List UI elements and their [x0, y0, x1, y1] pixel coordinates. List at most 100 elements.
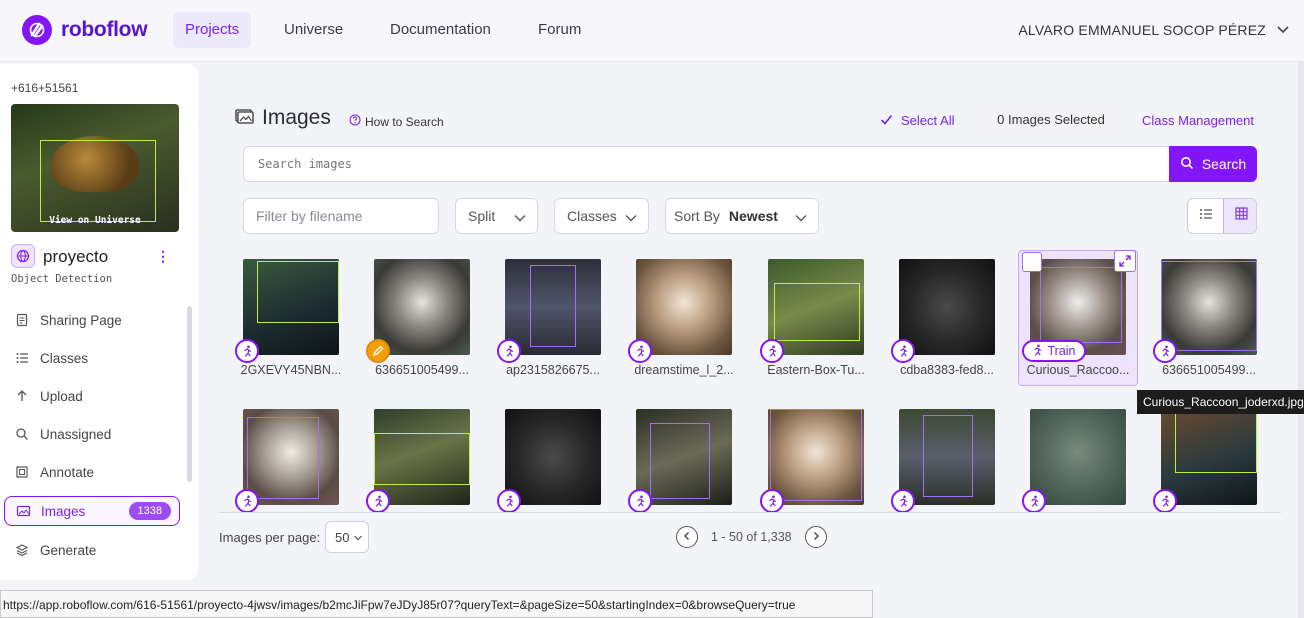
image-grid-item[interactable] [760, 409, 864, 513]
how-to-search-link[interactable]: How to Search [349, 114, 444, 129]
image-grid-item[interactable] [891, 409, 995, 513]
nav-tab-universe[interactable]: Universe [272, 12, 355, 48]
sidebar-item-label: Generate [40, 542, 97, 558]
check-icon [880, 113, 893, 128]
grid-view-button[interactable] [1223, 199, 1256, 233]
select-image-checkbox[interactable] [1022, 252, 1042, 272]
image-grid-item[interactable]: 636651005499... [1153, 259, 1257, 383]
chevron-down-icon [624, 211, 638, 227]
nav-tab-forum[interactable]: Forum [526, 12, 593, 48]
run-icon [1153, 339, 1177, 363]
run-icon [628, 339, 652, 363]
image-thumbnail[interactable] [899, 259, 995, 355]
view-on-universe-link[interactable]: View on Universe [11, 215, 179, 226]
search-icon [1180, 156, 1194, 173]
next-page-button[interactable] [805, 526, 827, 548]
filename-filter-input[interactable] [243, 198, 439, 234]
sidebar-item-annotate[interactable]: Annotate [4, 457, 180, 487]
user-name: ALVARO EMMANUEL SOCOP PÉREZ [1018, 22, 1266, 38]
run-icon [235, 489, 259, 513]
sidebar-item-classes[interactable]: Classes [4, 343, 180, 373]
image-filename: dreamstime_l_2... [634, 363, 734, 377]
train-split-pill: Train [1022, 340, 1086, 362]
image-thumbnail[interactable] [636, 259, 732, 355]
top-navbar: roboflow Projects Universe Documentation… [0, 0, 1304, 62]
sidebar-item-upload[interactable]: Upload [4, 381, 180, 411]
sidebar-item-label: Sharing Page [40, 312, 122, 328]
image-thumbnail[interactable] [243, 409, 339, 505]
select-all-button[interactable]: Select All [880, 113, 954, 128]
pencil-icon [366, 339, 390, 363]
image-thumbnail[interactable] [374, 409, 470, 505]
image-thumbnail[interactable] [636, 409, 732, 505]
page-scrollbar[interactable] [1298, 62, 1304, 618]
image-grid-item[interactable]: Eastern-Box-Tu... [760, 259, 865, 383]
sidebar-item-sharing-page[interactable]: Sharing Page [4, 305, 180, 335]
bounding-box [774, 283, 860, 341]
run-icon [497, 489, 521, 513]
image-grid-item[interactable]: dreamstime_l_2... [628, 259, 734, 383]
nav-tab-projects[interactable]: Projects [173, 12, 252, 48]
search-button[interactable]: Search [1169, 146, 1257, 182]
how-to-search-label: How to Search [365, 114, 444, 129]
image-grid-item[interactable]: 2GXEVY45NBN... [235, 259, 341, 383]
class-management-link[interactable]: Class Management [1142, 113, 1254, 128]
user-menu[interactable]: ALVARO EMMANUEL SOCOP PÉREZ [1018, 22, 1289, 38]
sort-by-dropdown[interactable]: Sort By Newest [665, 198, 819, 234]
image-grid-item[interactable] [497, 409, 601, 513]
list-icon [1199, 207, 1213, 225]
image-thumbnail[interactable] [505, 409, 601, 505]
previous-page-button[interactable] [676, 526, 698, 548]
sidebar-item-images[interactable]: Images 1338 [4, 496, 180, 526]
chevron-left-icon [682, 528, 692, 546]
list-view-button[interactable] [1188, 199, 1223, 233]
image-thumbnail[interactable] [768, 409, 864, 505]
chevron-down-icon [794, 211, 808, 227]
run-icon [497, 339, 521, 363]
image-grid-item[interactable] [1153, 409, 1257, 513]
image-filename: 2GXEVY45NBN... [240, 363, 342, 377]
nav-tab-documentation[interactable]: Documentation [378, 12, 503, 48]
image-grid-item[interactable]: 636651005499... [366, 259, 470, 383]
image-thumbnail[interactable] [243, 259, 339, 355]
bounding-box [1175, 409, 1257, 473]
expand-icon[interactable] [1114, 250, 1136, 272]
sidebar-item-generate[interactable]: Generate [4, 535, 180, 565]
annotate-icon [14, 465, 30, 479]
image-grid-item[interactable]: ap2315826675... [497, 259, 601, 383]
image-thumbnail[interactable] [505, 259, 601, 355]
image-grid-item[interactable]: Curious_Raccoo... [1027, 259, 1129, 383]
roboflow-logo[interactable]: roboflow [22, 15, 148, 45]
image-thumbnail[interactable] [374, 259, 470, 355]
images-count-badge: 1338 [128, 502, 171, 520]
filename-tooltip: Curious_Raccoon_joderxd.jpg [1137, 390, 1304, 414]
workspace-name[interactable]: +616+51561 [11, 81, 78, 95]
image-thumbnail[interactable] [1161, 259, 1257, 355]
bounding-box [374, 433, 470, 485]
image-grid-item[interactable] [1022, 409, 1126, 513]
sidebar-item-label: Annotate [40, 464, 95, 480]
image-grid-item[interactable]: cdba8383-fed8... [891, 259, 995, 383]
run-icon [628, 489, 652, 513]
kebab-menu-icon[interactable]: ⋮ [156, 248, 170, 265]
project-thumbnail[interactable]: View on Universe [11, 104, 179, 232]
image-thumbnail[interactable] [1030, 409, 1126, 505]
project-sidebar: +616+51561 View on Universe proyecto ⋮ O… [0, 64, 198, 580]
search-input[interactable] [243, 146, 1173, 182]
run-icon [891, 489, 915, 513]
sidebar-item-label: Unassigned [40, 426, 112, 442]
image-grid-item[interactable] [628, 409, 732, 513]
classes-label: Classes [567, 208, 617, 224]
image-grid-item[interactable] [235, 409, 339, 513]
search-icon [14, 427, 30, 441]
sidebar-item-unassigned[interactable]: Unassigned [4, 419, 180, 449]
image-thumbnail[interactable] [768, 259, 864, 355]
split-dropdown[interactable]: Split [455, 198, 538, 234]
image-grid-item[interactable] [366, 409, 470, 513]
image-thumbnail[interactable] [899, 409, 995, 505]
split-label: Split [468, 208, 496, 224]
image-thumbnail[interactable] [1161, 409, 1257, 505]
sidebar-scrollbar[interactable] [187, 306, 192, 482]
classes-dropdown[interactable]: Classes [554, 198, 649, 234]
images-per-page-select[interactable]: 50 [325, 521, 369, 553]
